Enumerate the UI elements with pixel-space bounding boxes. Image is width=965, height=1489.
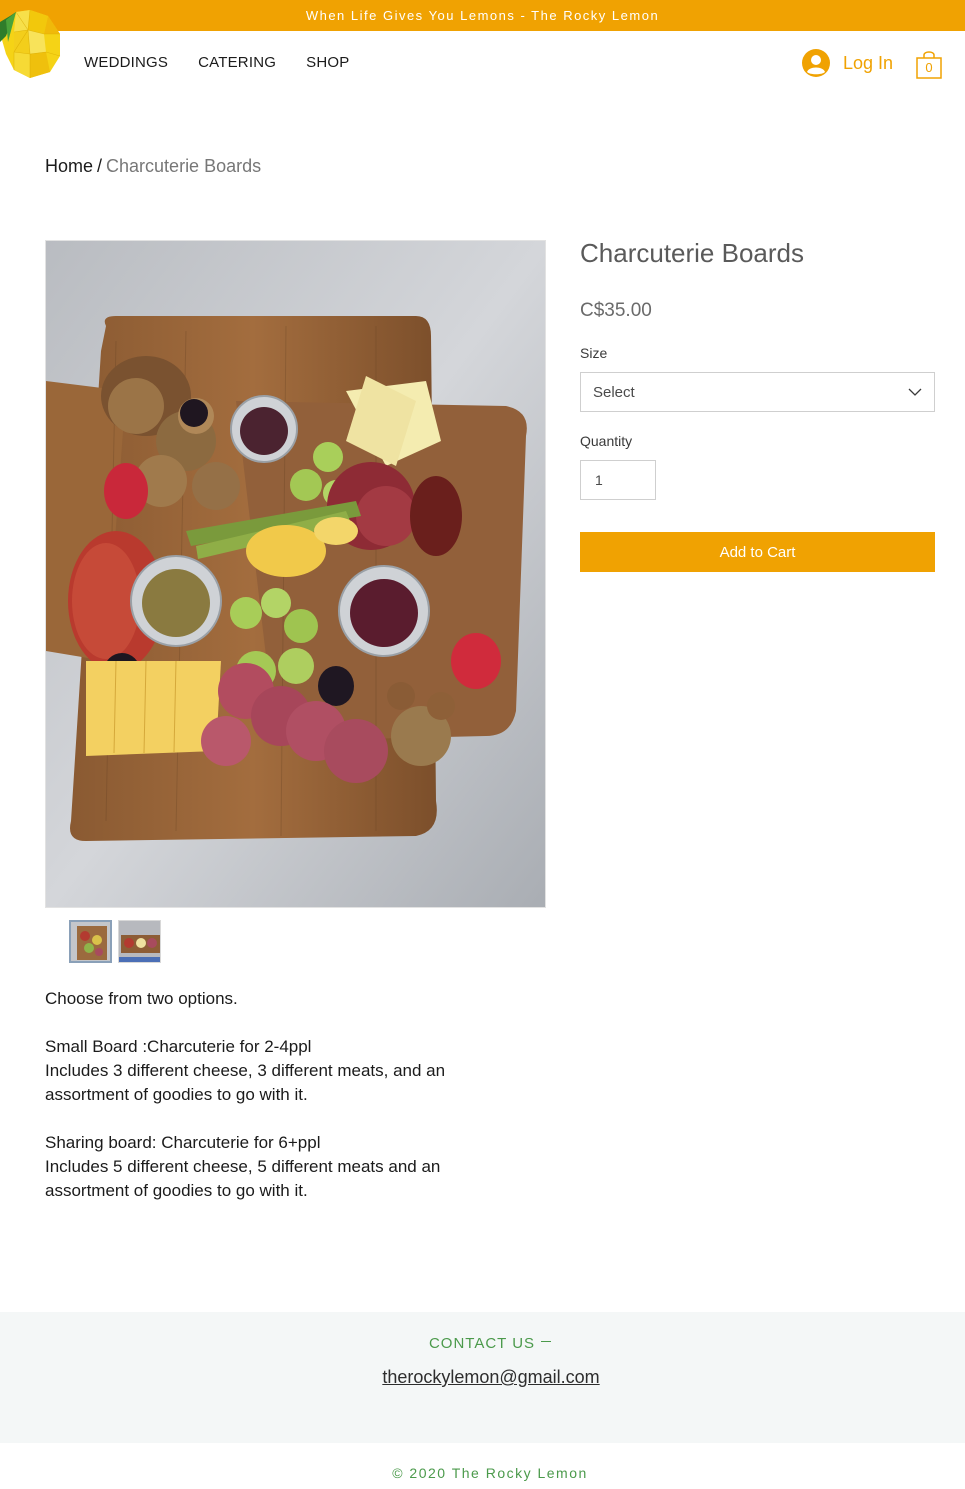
product-description: Choose from two options. Small Board :Ch… (45, 987, 515, 1203)
main-nav: WEDDINGS CATERING SHOP (84, 54, 379, 71)
description-line (45, 1107, 515, 1131)
chevron-down-icon (908, 388, 922, 396)
cart-count: 0 (925, 60, 933, 75)
user-avatar-icon (802, 49, 830, 77)
breadcrumb-home[interactable]: Home (45, 156, 93, 176)
add-to-cart-button[interactable]: Add to Cart (580, 532, 935, 572)
contact-title: CONTACT US (0, 1335, 965, 1352)
quantity-label: Quantity (580, 433, 633, 449)
cart-button[interactable]: 0 (915, 48, 943, 80)
nav-item-weddings[interactable]: WEDDINGS (84, 54, 168, 71)
breadcrumb: Home / Charcuterie Boards (45, 156, 261, 177)
quantity-input[interactable]: 1 (580, 460, 656, 500)
product-price: C$35.00 (580, 300, 652, 321)
contact-dash-decoration (541, 1341, 552, 1342)
login-button[interactable]: Log In (802, 49, 893, 77)
nav-item-catering[interactable]: CATERING (198, 54, 276, 71)
size-dropdown-value: Select (593, 383, 635, 401)
description-line: Small Board :Charcuterie for 2-4ppl (45, 1037, 312, 1056)
product-title: Charcuterie Boards (580, 238, 804, 268)
nav-item-shop[interactable]: SHOP (306, 54, 349, 71)
description-line: Sharing board: Charcuterie for 6+ppl (45, 1133, 321, 1152)
description-line: Includes 5 different cheese, 5 different… (45, 1157, 441, 1200)
charcuterie-board-photo (46, 241, 545, 907)
contact-email-link[interactable]: therockylemon@gmail.com (0, 1367, 965, 1388)
size-dropdown[interactable]: Select (580, 372, 935, 412)
breadcrumb-current: Charcuterie Boards (106, 156, 262, 176)
announcement-bar: When Life Gives You Lemons - The Rocky L… (0, 0, 965, 31)
copyright-text: © 2020 The Rocky Lemon (392, 1465, 588, 1481)
description-line: Includes 3 different cheese, 3 different… (45, 1061, 446, 1104)
thumbnail-1[interactable] (69, 920, 112, 963)
description-line: Choose from two options. (45, 989, 238, 1008)
lemon-logo-icon[interactable] (0, 8, 62, 80)
contact-title-text: CONTACT US (428, 1335, 536, 1352)
breadcrumb-separator: / (97, 156, 103, 176)
product-main-image[interactable] (45, 240, 546, 908)
thumbnail-strip (69, 920, 161, 963)
size-label: Size (580, 345, 608, 361)
login-label: Log In (843, 52, 894, 73)
thumbnail-2[interactable] (118, 920, 161, 963)
description-line (45, 1011, 515, 1035)
announcement-text: When Life Gives You Lemons - The Rocky L… (305, 8, 660, 23)
